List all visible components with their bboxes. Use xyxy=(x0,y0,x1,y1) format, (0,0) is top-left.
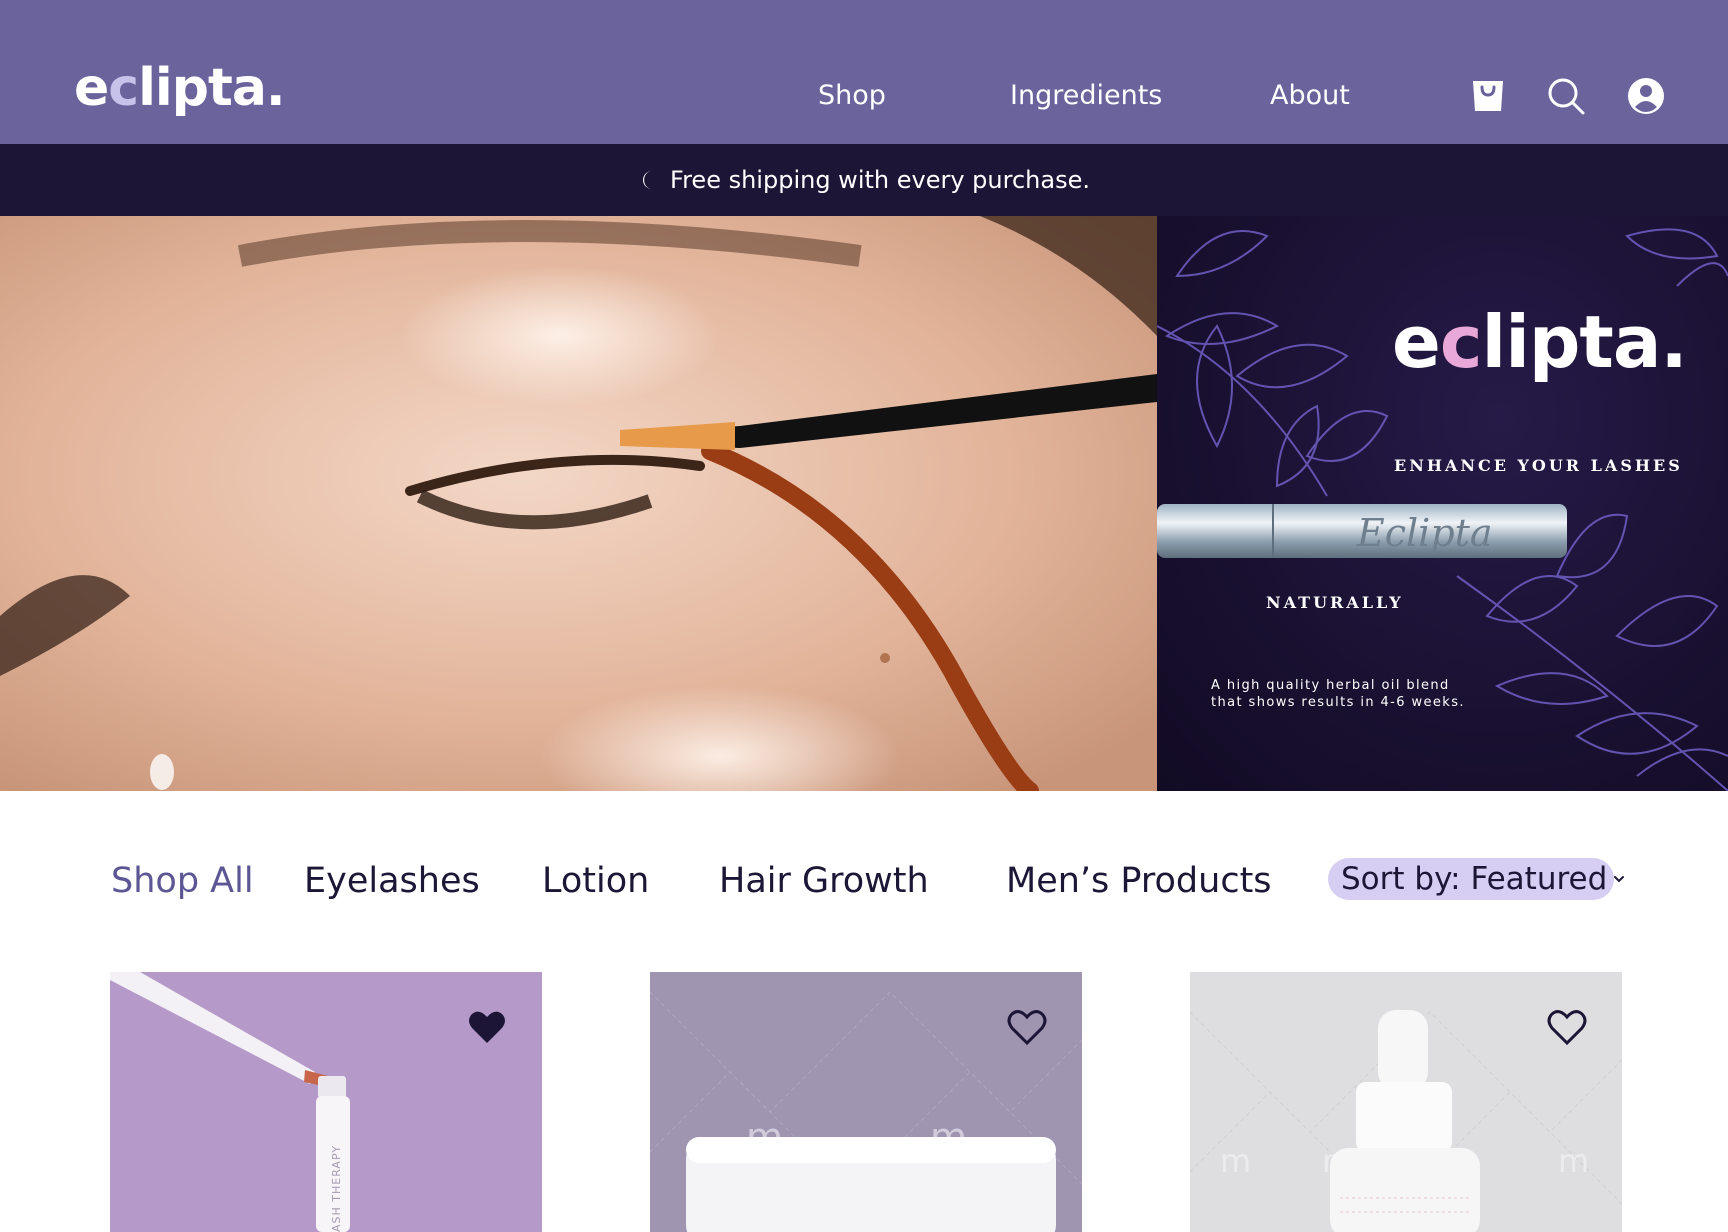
site-logo[interactable]: eclipta. xyxy=(74,62,286,114)
nav-shop-link[interactable]: Shop xyxy=(818,82,886,109)
favorite-heart-icon[interactable] xyxy=(466,1006,508,1048)
site-header: eclipta. Shop Ingredients About xyxy=(0,0,1728,144)
category-filters: Shop All Eyelashes Lotion Hair Growth Me… xyxy=(0,840,1728,920)
banner-naturally: NATURALLY xyxy=(1266,593,1404,612)
bottle-label: ASH THERAPY xyxy=(330,1145,343,1232)
banner-logo: eclipta. xyxy=(1392,306,1688,378)
serum-tube-image: Eclipta xyxy=(1157,502,1575,562)
sort-dropdown[interactable]: Sort by: Featured xyxy=(1328,858,1625,900)
logo-c: c xyxy=(108,58,139,118)
sort-label: Sort by: Featured xyxy=(1341,861,1608,897)
filter-shop-all[interactable]: Shop All xyxy=(111,864,254,899)
hero-eye-photo xyxy=(0,216,1157,791)
product-card[interactable]: m m m m xyxy=(1190,972,1622,1232)
filter-lotion[interactable]: Lotion xyxy=(542,864,649,899)
banner-description-line-1: A high quality herbal oil blend xyxy=(1211,678,1450,693)
favorite-heart-icon[interactable] xyxy=(1546,1006,1588,1048)
banner-tagline: ENHANCE YOUR LASHES xyxy=(1394,456,1683,475)
banner-logo-rest: lipta. xyxy=(1481,300,1688,384)
product-card[interactable]: ASH THERAPY xyxy=(110,972,542,1232)
watermark-mark: m xyxy=(1558,1142,1589,1180)
announcement-bar: Free shipping with every purchase. xyxy=(0,144,1728,216)
chevron-down-icon xyxy=(1613,874,1625,884)
announcement-text: Free shipping with every purchase. xyxy=(670,166,1090,194)
filter-hair-growth[interactable]: Hair Growth xyxy=(719,864,929,899)
banner-description-line-2: that shows results in 4-6 weeks. xyxy=(1211,695,1465,710)
search-icon[interactable] xyxy=(1546,76,1586,116)
nav-ingredients-link[interactable]: Ingredients xyxy=(1010,82,1162,109)
banner-logo-c: c xyxy=(1439,300,1483,384)
account-icon[interactable] xyxy=(1626,76,1666,116)
product-card[interactable]: m m xyxy=(650,972,1082,1232)
tube-label: Eclipta xyxy=(1356,511,1493,555)
hero-section: eclipta. ENHANCE YOUR LASHES Eclipta NAT… xyxy=(0,216,1728,791)
watermark-mark: m xyxy=(1220,1142,1251,1180)
favorite-heart-icon[interactable] xyxy=(1006,1006,1048,1048)
hero-promo-banner[interactable]: eclipta. ENHANCE YOUR LASHES Eclipta NAT… xyxy=(1157,216,1728,791)
banner-description: A high quality herbal oil blend that sho… xyxy=(1211,677,1531,711)
logo-e: e xyxy=(74,58,109,118)
moon-icon xyxy=(638,169,656,191)
banner-logo-e: e xyxy=(1392,300,1441,384)
nav-about-link[interactable]: About xyxy=(1270,82,1350,109)
filter-mens-products[interactable]: Men’s Products xyxy=(1006,864,1272,899)
shopping-bag-icon[interactable] xyxy=(1468,76,1508,116)
filter-eyelashes[interactable]: Eyelashes xyxy=(304,864,480,899)
logo-rest: lipta. xyxy=(138,58,286,118)
